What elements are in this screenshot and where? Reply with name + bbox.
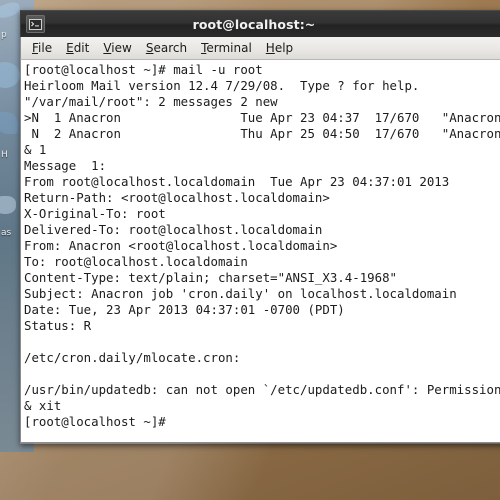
- terminal-line: Date: Tue, 23 Apr 2013 04:37:01 -0700 (P…: [24, 302, 345, 317]
- terminal-line: X-Original-To: root: [24, 206, 166, 221]
- terminal-line: /usr/bin/updatedb: can not open `/etc/up…: [24, 382, 500, 397]
- menu-item-terminal[interactable]: Terminal: [194, 39, 259, 57]
- screen: p H as root@localhost:~ File Edit View S…: [0, 0, 500, 500]
- terminal-line: From: Anacron <root@localhost.localdomai…: [24, 238, 338, 253]
- terminal-line: Return-Path: <root@localhost.localdomain…: [24, 190, 330, 205]
- wallpaper-shape: [0, 62, 20, 88]
- window-titlebar[interactable]: root@localhost:~: [20, 10, 500, 37]
- terminal-line: Subject: Anacron job 'cron.daily' on loc…: [24, 286, 457, 301]
- menu-item-file[interactable]: File: [25, 39, 59, 57]
- terminal-line: N 2 Anacron Thu Apr 25 04:50 17/670 "Ana…: [24, 126, 500, 141]
- wallpaper-shape: [0, 0, 22, 21]
- terminal-line: "/var/mail/root": 2 messages 2 new: [24, 94, 278, 109]
- terminal-line: & 1: [24, 142, 47, 157]
- terminal-icon: [26, 15, 45, 33]
- terminal-window[interactable]: root@localhost:~ File Edit View Search T…: [20, 10, 500, 444]
- terminal-line: Delivered-To: root@localhost.localdomain: [24, 222, 323, 237]
- terminal-text: [root@localhost ~]# mail -u root Heirloom…: [24, 62, 500, 430]
- desktop-icon-label: H: [1, 150, 8, 160]
- terminal-line: & xit: [24, 398, 62, 413]
- wallpaper-shape: [0, 196, 16, 214]
- terminal-line: [root@localhost ~]# mail -u root: [24, 62, 263, 77]
- terminal-line: >N 1 Anacron Tue Apr 23 04:37 17/670 "An…: [24, 110, 500, 125]
- menu-item-view[interactable]: View: [96, 39, 138, 57]
- desktop-icon-label: as: [1, 228, 12, 238]
- terminal-line: To: root@localhost.localdomain: [24, 254, 248, 269]
- terminal-line: Status: R: [24, 318, 92, 333]
- wallpaper-shape: [0, 112, 18, 134]
- menubar[interactable]: File Edit View Search Terminal Help: [20, 37, 500, 60]
- menu-item-help[interactable]: Help: [259, 39, 300, 57]
- terminal-output-area[interactable]: [root@localhost ~]# mail -u root Heirloom…: [20, 60, 500, 443]
- menu-item-search[interactable]: Search: [139, 39, 194, 57]
- menu-item-edit[interactable]: Edit: [59, 39, 96, 57]
- terminal-line: Content-Type: text/plain; charset="ANSI_…: [24, 270, 397, 285]
- terminal-line: Message 1:: [24, 158, 107, 173]
- window-title: root@localhost:~: [192, 16, 316, 32]
- desktop-icon-label: p: [1, 30, 7, 40]
- terminal-line: Heirloom Mail version 12.4 7/29/08. Type…: [24, 78, 420, 93]
- terminal-line: From root@localhost.localdomain Tue Apr …: [24, 174, 450, 189]
- terminal-line: [root@localhost ~]#: [24, 414, 166, 429]
- terminal-line: /etc/cron.daily/mlocate.cron:: [24, 350, 241, 365]
